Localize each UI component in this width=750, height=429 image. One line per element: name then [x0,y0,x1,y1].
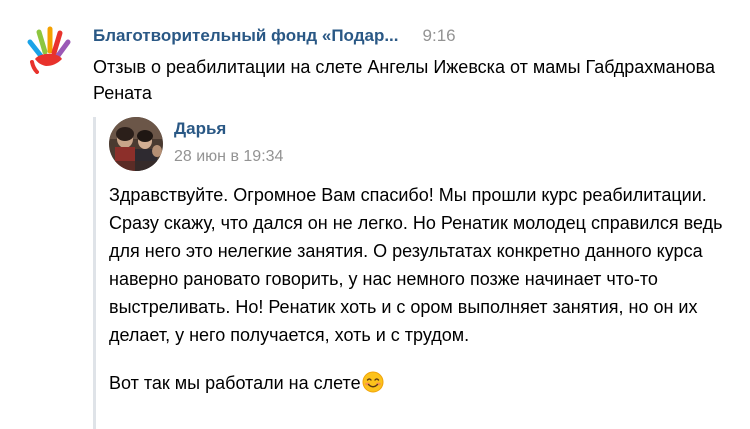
quote-paragraph-last: Вот так мы работали на слете [109,369,725,397]
wall-post: Благотворительный фонд «Подар... 9:16 От… [0,0,750,429]
smiling-face-emoji-icon [362,371,384,393]
post-author-link[interactable]: Благотворительный фонд «Подар... [93,26,399,46]
quote-paragraph: Здравствуйте. Огромное Вам спасибо! Мы п… [109,185,723,345]
quoted-post: Дарья 28 июн в 19:34 Здравствуйте. Огром… [93,117,733,429]
quote-paragraph-text: Вот так мы работали на слете [109,373,361,393]
post-time-link[interactable]: 9:16 [423,26,456,46]
post-header: Благотворительный фонд «Подар... 9:16 [93,24,456,48]
quote-text: Здравствуйте. Огромное Вам спасибо! Мы п… [109,181,725,397]
user-avatar[interactable] [109,117,163,171]
quote-author-link[interactable]: Дарья [174,119,226,139]
quote-date-link[interactable]: 28 июн в 19:34 [174,148,283,166]
hand-logo-icon[interactable] [22,26,72,74]
post-text: Отзыв о реабилитации на слете Ангелы Иже… [93,57,716,103]
quote-bar [93,117,96,429]
